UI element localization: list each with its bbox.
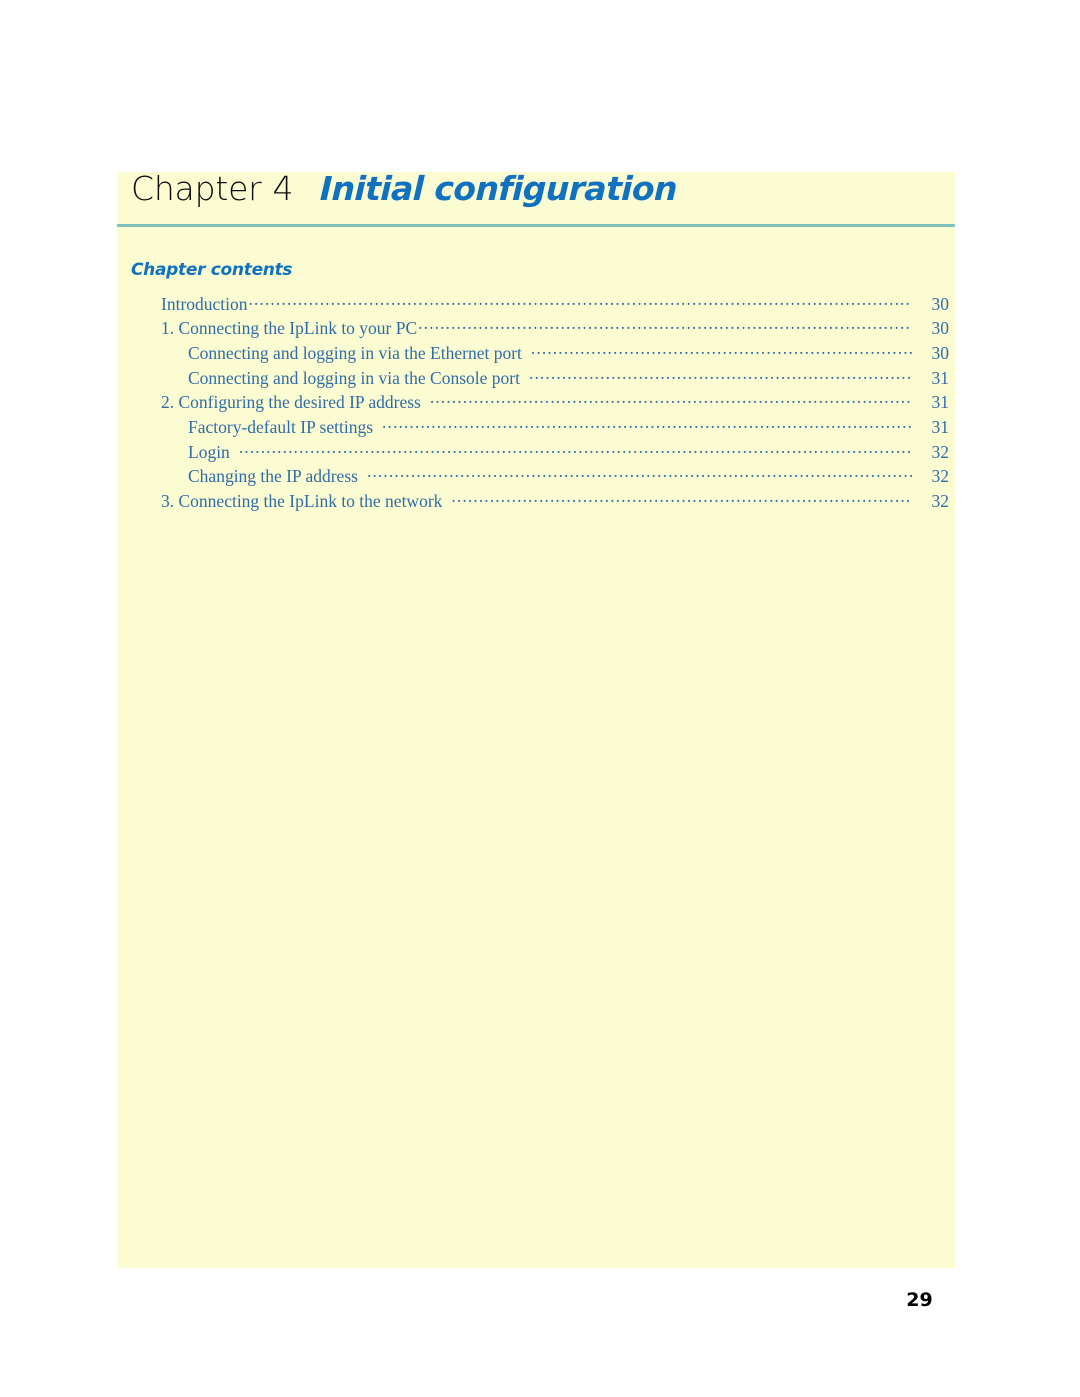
toc-leader-dots [430,391,912,409]
toc-entry[interactable]: Introduction 30 [117,292,955,317]
toc-entry-label: Changing the IP address [188,466,358,487]
toc-entry-label: Connecting and logging in via the Consol… [188,367,520,388]
toc-entry-page-number: 32 [931,466,950,487]
toc-entry[interactable]: 3. Connecting the IpLink to the network 3… [117,490,955,515]
toc-entry-page-number: 32 [931,441,950,462]
toc-leader-dots [529,366,912,384]
toc-entry[interactable]: Connecting and logging in via the Ethern… [117,341,955,366]
toc-entry[interactable]: 1. Connecting the IpLink to your PC 30 [117,317,955,342]
toc-leader-dots [249,292,912,310]
toc-entry-label: Connecting and logging in via the Ethern… [188,342,522,363]
table-of-contents: Introduction301. Connecting the IpLink t… [117,292,955,514]
toc-entry-label: 1. Connecting the IpLink to your PC [161,318,418,339]
toc-entry[interactable]: 2. Configuring the desired IP address 31 [117,391,955,416]
toc-leader-dots [367,465,912,483]
chapter-heading-title: Initial configuration [318,169,678,208]
toc-entry[interactable]: Changing the IP address 32 [117,465,955,490]
chapter-label: Chapter [131,169,262,208]
toc-leader-dots [382,415,912,433]
toc-entry-page-number: 32 [931,491,950,511]
toc-entry-label: Introduction [161,293,248,314]
toc-entry-page-number: 30 [931,318,950,339]
chapter-title-row: Chapter 4 Initial configuration [131,169,955,224]
toc-leader-dots [418,317,912,335]
toc-entry-label: 2. Configuring the desired IP address [161,392,421,413]
page-number-folio: 29 [906,1289,933,1311]
toc-entry[interactable]: Connecting and logging in via the Consol… [117,366,955,391]
chapter-content-panel: Chapter 4 Initial configuration Chapter … [117,169,955,1268]
toc-leader-dots [531,341,912,359]
toc-leader-dots [239,440,912,458]
toc-entry[interactable]: Login 32 [117,440,955,465]
chapter-contents-heading: Chapter contents [131,260,293,280]
toc-entry-label: Factory-default IP settings [188,416,374,437]
toc-entry-page-number: 31 [931,416,950,437]
toc-entry-page-number: 30 [931,293,950,314]
chapter-number: 4 [272,169,294,208]
title-divider-rule [117,224,955,227]
toc-entry-page-number: 31 [931,392,950,413]
toc-entry-label: 3. Connecting the IpLink to the network [161,491,443,511]
toc-entry-label: Login [188,441,230,462]
toc-leader-dots [451,490,912,508]
toc-entry-page-number: 31 [931,367,950,388]
toc-entry[interactable]: Factory-default IP settings 31 [117,415,955,440]
toc-entry-page-number: 30 [931,342,950,363]
